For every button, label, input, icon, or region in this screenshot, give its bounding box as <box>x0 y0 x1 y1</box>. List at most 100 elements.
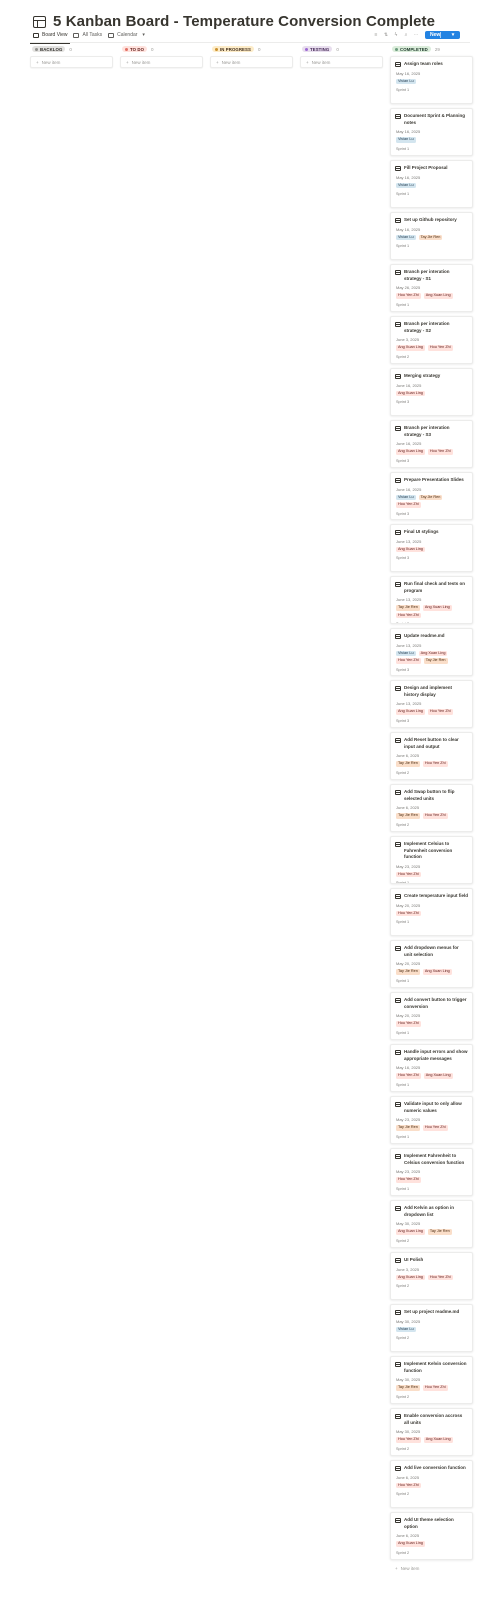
task-card[interactable]: Set up project readme.md May 30, 2025 Vivi… <box>390 1304 473 1352</box>
column-header: IN PROGRESS 0 <box>210 44 293 54</box>
card-title-row: Add convert button to trigger conversion <box>395 997 468 1010</box>
assignee-tag: Tay Jie Ren <box>418 494 443 500</box>
task-card[interactable]: Add live conversion function June 6, 2025… <box>390 1460 473 1508</box>
filter-icon[interactable]: ≡ <box>373 32 379 38</box>
calendar-icon <box>395 1362 401 1367</box>
task-card[interactable]: Add UI theme selection option June 6, 202… <box>390 1512 473 1560</box>
task-card[interactable]: Design and implement history display June… <box>390 680 473 728</box>
task-card[interactable]: Run final check and tests on program June… <box>390 576 473 624</box>
column-completed: COMPLETED 29 Assign team roles May 16, 2025… <box>390 44 473 1573</box>
card-sprint: Sprint 1 <box>396 1030 410 1035</box>
assignee-tag: Hou Yen Zhi <box>427 345 453 351</box>
assignee-tag: Ang Xuan Ling <box>423 1073 453 1079</box>
assignee-tag: Ang Xuan Ling <box>396 1274 425 1280</box>
calendar-icon <box>395 998 401 1003</box>
card-title: Implement Celsius to Fahrenheit conversi… <box>404 841 453 859</box>
task-card[interactable]: Enable conversion accross all units May 3… <box>390 1408 473 1456</box>
new-item-button[interactable]: + New item <box>390 1564 473 1573</box>
assignee-tags: Vivian Lu Ang Xuan Ling Hou Yen Zhi Tay Jie… <box>396 650 468 664</box>
task-card[interactable]: Assign team roles May 16, 2025 Vivian Lu Sp… <box>390 56 473 104</box>
assignee-tags: Vivian Lu <box>396 137 468 143</box>
task-card[interactable]: Merging strategy June 16, 2025 Ang Xuan Li… <box>390 368 473 416</box>
column-header: BACKLOG 0 <box>30 44 113 54</box>
assignee-tag: Hou Yen Zhi <box>396 658 421 664</box>
task-card[interactable]: Prepare Presentation Slides June 16, 2025… <box>390 472 473 520</box>
task-card[interactable]: Create temperature input field May 20, 20… <box>390 888 473 936</box>
task-card[interactable]: Validate input to only allow numeric val… <box>390 1096 473 1144</box>
chevron-down-icon[interactable]: ▾ <box>450 32 456 38</box>
status-badge[interactable]: BACKLOG <box>32 46 66 52</box>
more-icon[interactable]: ⋯ <box>413 32 419 38</box>
task-card[interactable]: Document Sprint & Planning notes May 16, … <box>390 108 473 156</box>
status-badge[interactable]: IN PROGRESS <box>212 46 254 52</box>
tab-board-view[interactable]: Board View <box>30 29 71 44</box>
card-title-row: Add UI theme selection option <box>395 1517 468 1530</box>
status-badge[interactable]: TO DO <box>122 46 148 52</box>
task-card[interactable]: Branch per interation strategy - S3 June … <box>390 420 473 468</box>
task-card[interactable]: Handle input errors and show appropriate… <box>390 1044 473 1092</box>
card-title-row: Assign team roles <box>395 61 468 68</box>
task-card[interactable]: Final UI stylings June 13, 2025 Ang Xuan L… <box>390 524 473 572</box>
assignee-tags: Tay Jie Ren Hou Yen Zhi <box>396 761 468 767</box>
new-button[interactable]: New ▾ <box>425 31 460 39</box>
assignee-tag: Hou Yen Zhi <box>396 1021 421 1027</box>
task-card[interactable]: Implement Celsius to Fahrenheit conversi… <box>390 836 473 884</box>
card-sprint: Sprint 1 <box>396 881 410 884</box>
calendar-icon <box>395 894 401 899</box>
card-date: May 16, 2025 <box>396 129 421 134</box>
card-sprint: Sprint 1 <box>396 1134 410 1139</box>
card-title: Handle input errors and show appropriate… <box>404 1049 468 1061</box>
task-card[interactable]: Add dropdown menus for unit selection May… <box>390 940 473 988</box>
assignee-tags: Ang Xuan Ling Tay Jie Ren <box>396 1229 468 1235</box>
task-card[interactable]: Set up Github repository May 16, 2025 Vivi… <box>390 212 473 260</box>
task-card[interactable]: Implement Fahrenheit to Celsius conversi… <box>390 1148 473 1196</box>
new-item-button[interactable]: + New item <box>300 56 383 68</box>
sort-icon[interactable]: ⇅ <box>383 32 389 38</box>
assignee-tag: Hou Yen Zhi <box>396 502 421 508</box>
task-card[interactable]: UI Polish June 3, 2025 Ang Xuan Ling Hou Ye… <box>390 1252 473 1300</box>
card-date: June 6, 2025 <box>396 753 420 758</box>
assignee-tags: Hou Yen Zhi <box>396 910 468 916</box>
assignee-tag: Vivian Lu <box>396 234 416 240</box>
task-card[interactable]: Add Swap button to flip selected units Ju… <box>390 784 473 832</box>
task-card[interactable]: Branch per interation strategy - S1 May 2… <box>390 264 473 312</box>
task-card[interactable]: Update readme.md June 13, 2025 Vivian Lu An… <box>390 628 473 676</box>
chevron-down-icon[interactable]: ▾ <box>142 32 145 38</box>
card-sprint: Sprint 1 <box>396 88 410 92</box>
status-label: TO DO <box>130 46 145 52</box>
calendar-icon <box>395 1154 401 1159</box>
card-title: UI Polish <box>404 1257 424 1262</box>
calendar-icon <box>395 114 401 119</box>
card-sprint: Sprint 3 <box>396 622 410 624</box>
search-icon[interactable]: ⌕ <box>403 32 409 38</box>
card-date: June 6, 2025 <box>396 1474 420 1480</box>
assignee-tag: Ang Xuan Ling <box>396 709 425 715</box>
task-card[interactable]: Add convert button to trigger conversion… <box>390 992 473 1040</box>
card-title-row: Branch per interation strategy - S3 <box>395 425 468 438</box>
task-card[interactable]: Add Kelvin as option in dropdown list May… <box>390 1200 473 1248</box>
lightning-icon[interactable]: ϟ <box>393 32 399 38</box>
assignee-tag: Tay Jie Ren <box>396 1125 420 1131</box>
table-icon <box>33 15 46 28</box>
column-header: TO DO 0 <box>120 44 203 54</box>
assignee-tags: Vivian Lu <box>396 78 468 84</box>
new-item-button[interactable]: + New item <box>210 56 293 68</box>
tab-calendar[interactable]: Calendar ▾ <box>105 29 148 41</box>
task-card[interactable]: Branch per interation strategy - S2 June … <box>390 316 473 364</box>
task-card[interactable]: Implement Kelvin conversion function May … <box>390 1356 473 1404</box>
tab-all-tasks[interactable]: All Tasks <box>70 29 105 41</box>
card-date: June 13, 2025 <box>396 538 422 544</box>
assignee-tag: Ang Xuan Ling <box>396 1541 425 1547</box>
task-card[interactable]: Fill Project Proposal May 16, 2025 Vivian … <box>390 160 473 208</box>
new-item-button[interactable]: + New item <box>30 56 113 68</box>
assignee-tag: Ang Xuan Ling <box>396 449 425 455</box>
assignee-tag: Hou Yen Zhi <box>422 813 448 819</box>
card-title: Merging strategy <box>404 373 441 378</box>
new-item-button[interactable]: + New item <box>120 56 203 68</box>
status-badge[interactable]: TESTING <box>302 46 333 52</box>
card-date: May 20, 2025 <box>396 902 421 908</box>
card-title: Design and implement history display <box>404 685 453 697</box>
status-badge[interactable]: COMPLETED <box>392 46 431 52</box>
task-card[interactable]: Add Reset button to clear input and outp… <box>390 732 473 780</box>
card-title-row: Run final check and tests on program <box>395 581 468 594</box>
